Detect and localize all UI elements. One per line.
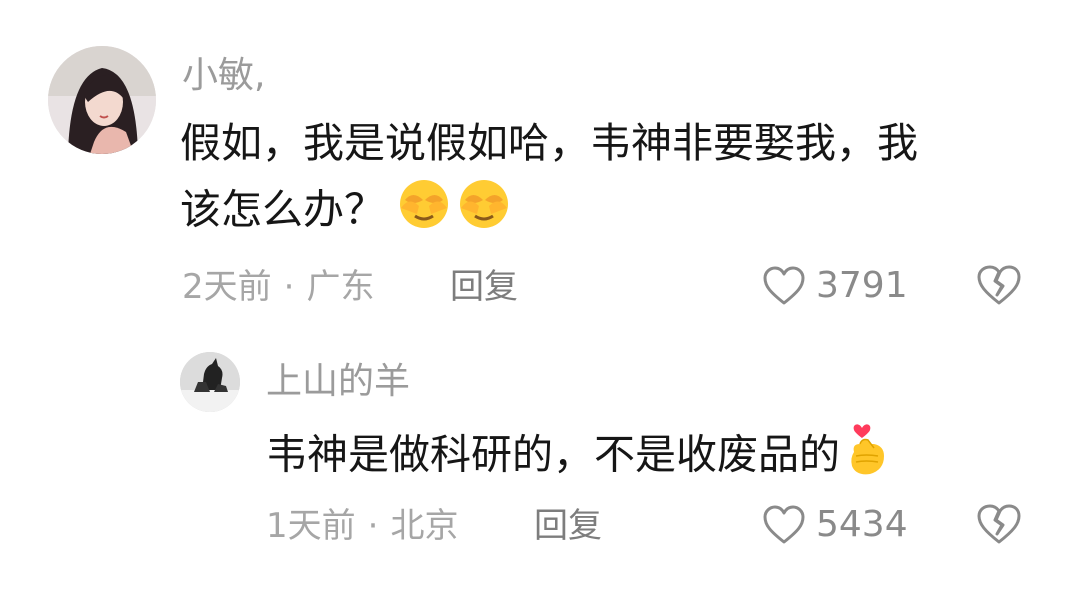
- comment-meta: 2天前 · 广东: [182, 270, 374, 304]
- reply-button[interactable]: 回复: [450, 270, 518, 304]
- author-name[interactable]: 上山的羊: [266, 364, 410, 400]
- comment-meta: 1天前 · 北京: [266, 509, 458, 543]
- comment-location: 北京: [390, 506, 459, 546]
- dislike-button[interactable]: [976, 503, 1022, 545]
- broken-heart-icon: [977, 265, 1021, 305]
- comment-time: 2天前: [182, 267, 272, 307]
- finger-heart-icon: [844, 418, 892, 497]
- like-button[interactable]: 3791: [762, 266, 908, 306]
- comment-text: 韦神是做科研的，不是收废品的: [266, 418, 892, 497]
- avatar-image: [180, 352, 240, 412]
- comment-text-line-text: 韦神是做科研的，不是收废品的: [266, 430, 840, 479]
- comment-text: 假如，我是说假如哈，韦神非要娶我，我 该怎么办？: [180, 110, 918, 249]
- comment-text-line-2: 该怎么办？: [180, 176, 918, 249]
- like-count: 5434: [816, 504, 908, 545]
- like-button[interactable]: 5434: [762, 505, 908, 545]
- face-with-hands-icon: [395, 176, 453, 249]
- comment-location: 广东: [306, 267, 375, 307]
- reply-button[interactable]: 回复: [534, 509, 602, 543]
- heart-icon: [763, 505, 805, 544]
- comment-time: 1天前: [266, 506, 356, 546]
- avatar[interactable]: [48, 46, 156, 154]
- author-name[interactable]: 小敏,: [182, 58, 265, 94]
- broken-heart-icon: [977, 504, 1021, 544]
- avatar-image: [48, 46, 156, 154]
- meta-separator: ·: [367, 506, 379, 546]
- like-count: 3791: [816, 265, 908, 306]
- meta-separator: ·: [283, 267, 295, 307]
- comment-text-line-text: 该怎么办？: [180, 185, 385, 234]
- dislike-button[interactable]: [976, 264, 1022, 306]
- face-with-hands-icon: [455, 176, 513, 249]
- comment-text-line: 韦神是做科研的，不是收废品的: [266, 418, 892, 497]
- avatar[interactable]: [180, 352, 240, 412]
- comment-text-line: 假如，我是说假如哈，韦神非要娶我，我: [180, 119, 918, 167]
- heart-icon: [763, 266, 805, 305]
